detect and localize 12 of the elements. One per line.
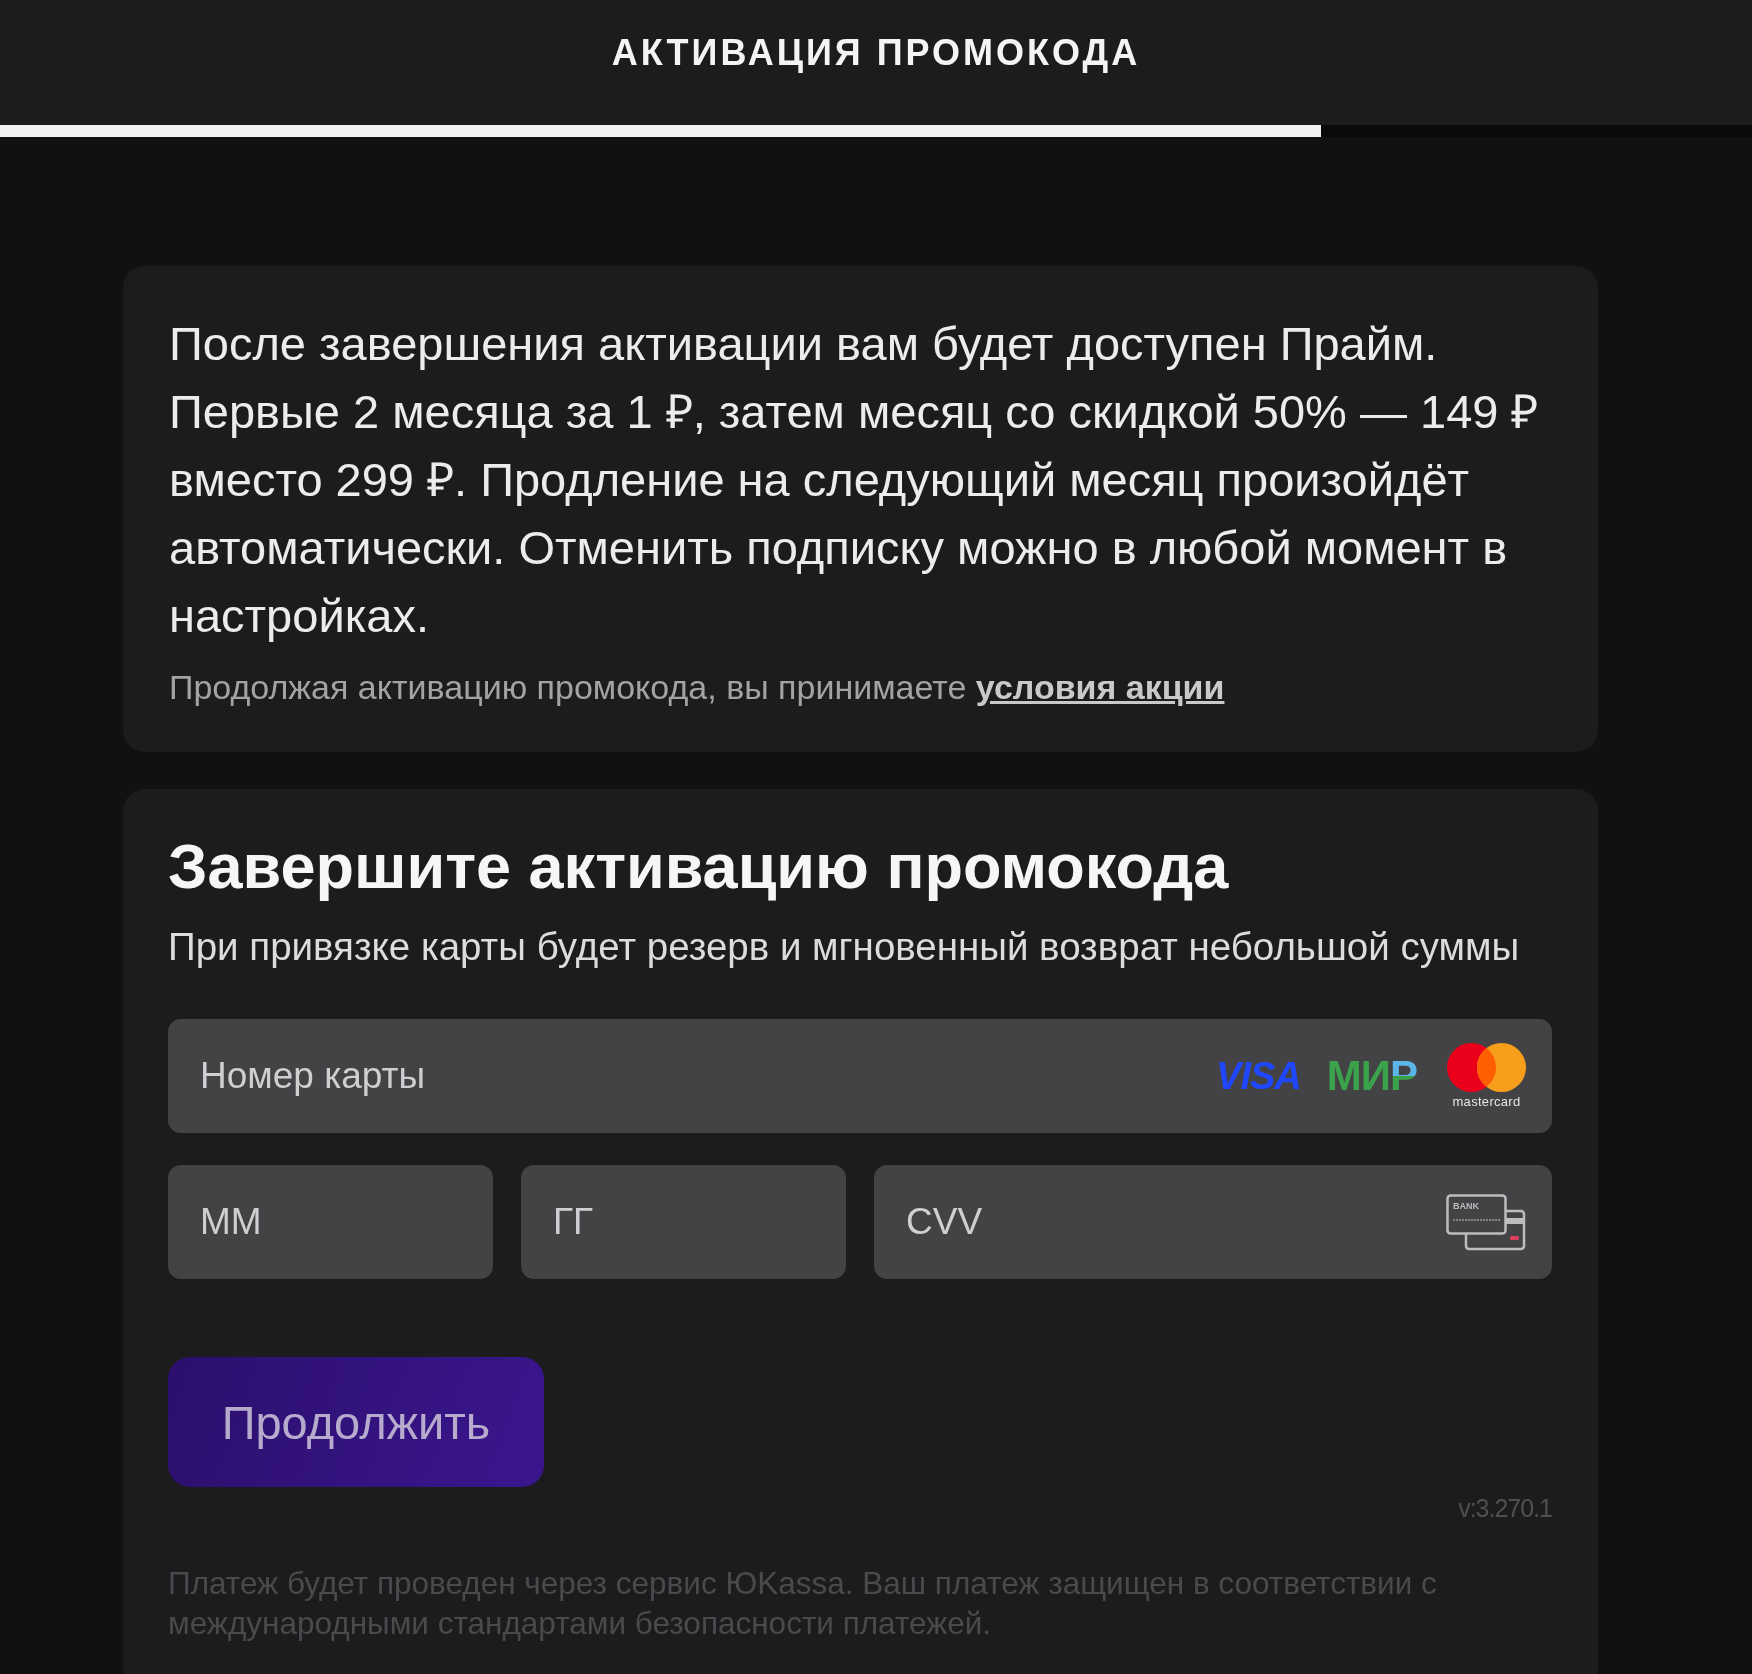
info-text: После завершения активации вам будет доступен Прайм. Первые 2 месяца за 1 ₽, затем месяц со скидкой 50% — 149 ₽ вместо 299 ₽. Продление на следующий месяц произойдёт автоматически. Отменить подписку можно в любой момент в настройках.: [169, 316, 1540, 644]
year-field[interactable]: ГГ: [521, 1165, 846, 1279]
overlapping-circles-icon: [1447, 1043, 1526, 1092]
mir-wordmark: МИР: [1326, 1052, 1417, 1100]
month-field[interactable]: ММ: [168, 1165, 493, 1279]
form-subtitle: При привязке карты будет резерв и мгновенный возврат небольшой суммы: [168, 924, 1521, 970]
visa-wordmark: VISA: [1216, 1054, 1301, 1098]
page-title: АКТИВАЦИЯ ПРОМОКОДА: [611, 31, 1141, 74]
mastercard-wordmark: mastercard: [1452, 1094, 1521, 1109]
form-title: Завершите активацию промокода: [168, 830, 1230, 903]
terms-notice: Продолжая активацию промокода, вы принимаете условия акции: [169, 667, 1226, 708]
terms-link[interactable]: условия акции: [975, 668, 1225, 706]
